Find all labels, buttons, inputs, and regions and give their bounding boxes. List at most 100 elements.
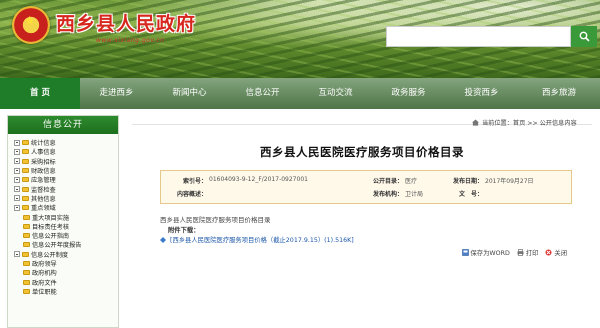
sidebar-item[interactable]: 人事信息 xyxy=(14,147,118,156)
breadcrumb-text[interactable]: 当前位置：首页 >> 公开信息内容 xyxy=(482,118,577,127)
attachment-label: 附件下载： xyxy=(168,227,200,234)
index-label: 索引号： xyxy=(182,178,207,185)
expand-toggle-icon[interactable] xyxy=(14,139,20,146)
site-url: www.xixiang.gov.cn xyxy=(96,37,165,44)
sidebar-item-label: 目标责任考核 xyxy=(32,223,70,231)
attachment-icon xyxy=(160,236,166,243)
sidebar-item[interactable]: 统计信息 xyxy=(14,138,118,147)
sidebar-item-label: 监督检查 xyxy=(31,186,56,194)
nav-item-2[interactable]: 新闻中心 xyxy=(153,78,226,109)
site-title[interactable]: 西乡县人民政府 xyxy=(56,9,196,36)
main-nav: 首 页走进西乡 新闻中心 信息公开 互动交流 政务服务 投资西乡 西乡旅游 xyxy=(0,78,600,109)
sidebar-item-label: 单位职能 xyxy=(32,288,57,296)
category-value: 医疗 xyxy=(405,178,418,185)
folder-icon xyxy=(22,186,29,192)
nav-item-1[interactable]: 走进西乡 xyxy=(80,78,153,109)
breadcrumb: 当前位置：首页 >> 公开信息内容 xyxy=(472,118,577,127)
sidebar-item-label: 应急管理 xyxy=(31,177,56,185)
sidebar-tree: 统计信息 人事信息 采购招标财政信息 应急管理 监督检查 其他信息重点领域 重大项目实施 目标… xyxy=(8,134,118,296)
sidebar-item[interactable]: 政府文件 xyxy=(14,277,118,287)
sidebar-item-label: 政府领导 xyxy=(32,261,57,268)
sidebar-item-label: 采购招标 xyxy=(31,158,56,166)
close-icon xyxy=(545,249,552,256)
sidebar-item[interactable]: 单位职能 xyxy=(14,287,118,296)
folder-icon xyxy=(22,251,29,257)
sidebar-item-label: 政府文件 xyxy=(32,279,57,287)
sidebar-item[interactable]: 信息公开年度报告 xyxy=(14,240,118,249)
folder-icon xyxy=(23,288,30,294)
sidebar-item[interactable]: 政府领导 xyxy=(14,259,118,268)
expand-toggle-icon[interactable] xyxy=(14,148,20,155)
article-body-text: 西乡县人民医院医疗服务项目价格目录 xyxy=(160,216,271,224)
home-icon xyxy=(472,119,479,126)
sidebar-item[interactable]: 重大项目实施 xyxy=(14,212,118,222)
sidebar-item[interactable]: 财政信息 xyxy=(14,166,118,175)
sidebar-item-label: 信息公开制度 xyxy=(31,251,69,259)
nav-item-7[interactable]: 西乡旅游 xyxy=(518,78,600,109)
article-tools: 保存为WORD 打印 关闭 xyxy=(458,248,571,257)
date-value: 2017年09月27日 xyxy=(485,178,534,185)
expand-toggle-icon[interactable] xyxy=(14,167,20,174)
search-input[interactable] xyxy=(386,26,571,47)
docno-label: 文 号： xyxy=(458,191,483,198)
article-meta-box: 索引号： 01604093-9-12_F/2017-0927001 公开目录： … xyxy=(160,170,572,204)
sidebar-item-label: 统计信息 xyxy=(31,140,56,148)
page-title: 西乡县人民医院医疗服务项目价格目录 xyxy=(260,145,464,159)
nav-item-5[interactable]: 政务服务 xyxy=(372,78,445,109)
folder-icon xyxy=(22,205,29,211)
expand-toggle-icon[interactable] xyxy=(14,251,20,258)
sidebar: 信息公开 统计信息 人事信息 采购招标 财政信息 应急管理 监督检查 其他信息 重点领域 重大项… xyxy=(7,115,119,328)
sidebar-item-label: 人事信息 xyxy=(31,149,56,157)
sidebar-item[interactable]: 采购招标 xyxy=(14,157,118,166)
date-label: 发布日期： xyxy=(452,178,483,185)
folder-icon xyxy=(22,149,29,155)
expand-toggle-icon[interactable] xyxy=(14,186,20,193)
nav-item-0[interactable]: 首 页 xyxy=(0,78,80,109)
sidebar-item[interactable]: 信息公开指南 xyxy=(14,231,118,240)
sidebar-item[interactable]: 信息公开制度 xyxy=(14,250,118,259)
folder-icon xyxy=(23,233,30,239)
sidebar-item[interactable]: 其他信息 xyxy=(14,194,118,203)
folder-icon xyxy=(23,242,30,248)
sidebar-item[interactable]: 政府机构 xyxy=(14,268,118,277)
expand-toggle-icon[interactable] xyxy=(14,204,20,211)
sidebar-item[interactable]: 应急管理 xyxy=(14,175,118,184)
sidebar-item-label: 政府机构 xyxy=(32,270,57,278)
sidebar-item[interactable]: 监督检查 xyxy=(14,184,118,194)
folder-icon xyxy=(22,177,29,183)
index-value: 01604093-9-12_F/2017-0927001 xyxy=(209,176,308,183)
sidebar-item-label: 信息公开指南 xyxy=(32,233,70,241)
nav-item-4[interactable]: 互动交流 xyxy=(299,78,372,109)
meta-row-1: 索引号： 01604093-9-12_F/2017-0927001 公开目录： … xyxy=(161,176,571,188)
sidebar-item[interactable]: 重点领域 xyxy=(14,203,118,212)
print-button[interactable]: 打印 xyxy=(526,248,539,257)
category-label: 公开目录： xyxy=(372,178,403,185)
expand-toggle-icon[interactable] xyxy=(14,176,20,183)
attachment-link[interactable]: [西乡县人民医院医疗服务项目价格（截止2017.9.15）(1).516K] xyxy=(170,235,354,244)
close-button[interactable]: 关闭 xyxy=(554,248,567,257)
nav-item-6[interactable]: 投资西乡 xyxy=(445,78,518,109)
folder-icon xyxy=(22,195,29,201)
search-button[interactable] xyxy=(571,26,597,47)
sidebar-item-label: 信息公开年度报告 xyxy=(32,242,82,250)
folder-icon xyxy=(23,261,30,266)
summary-label: 内容概述： xyxy=(176,191,207,198)
folder-icon xyxy=(22,168,29,174)
sidebar-item-label: 财政信息 xyxy=(31,168,56,176)
folder-icon xyxy=(22,158,29,164)
sidebar-item-label: 重点领域 xyxy=(31,205,56,213)
folder-icon xyxy=(22,140,29,146)
meta-row-2: 内容概述： 发布机构： 卫计局 文 号： xyxy=(161,189,571,201)
search-icon xyxy=(579,31,590,42)
national-emblem-icon xyxy=(12,6,50,44)
sidebar-item[interactable]: 目标责任考核 xyxy=(14,222,118,231)
expand-toggle-icon[interactable] xyxy=(14,158,20,165)
expand-toggle-icon[interactable] xyxy=(14,195,20,202)
org-label: 发布机构： xyxy=(372,191,403,198)
sidebar-item-label: 重大项目实施 xyxy=(32,214,70,222)
nav-item-3[interactable]: 信息公开 xyxy=(226,78,299,109)
attachment-row: [西乡县人民医院医疗服务项目价格（截止2017.9.15）(1).516K] xyxy=(160,235,354,244)
save-word-button[interactable]: 保存为WORD xyxy=(471,248,510,257)
save-word-icon xyxy=(461,249,469,256)
sidebar-item-label: 其他信息 xyxy=(31,195,56,203)
